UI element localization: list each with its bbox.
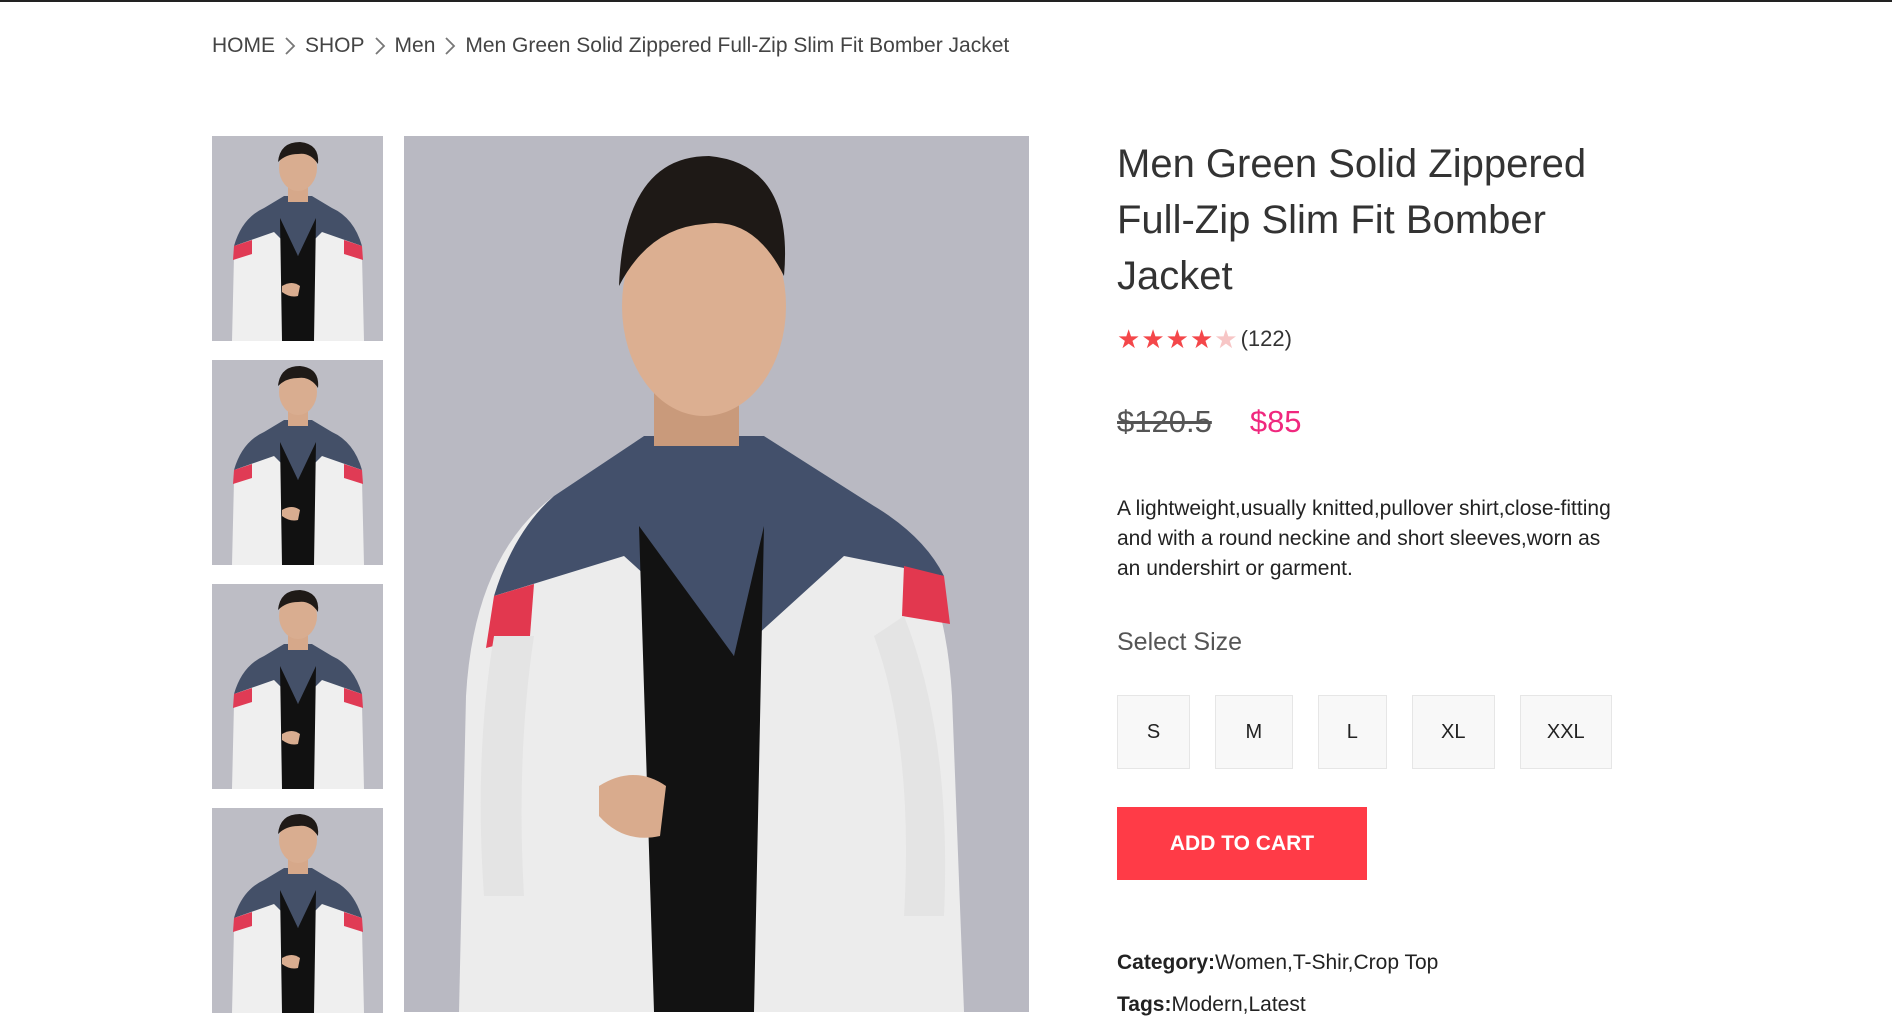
size-option-s[interactable]: S: [1117, 695, 1190, 769]
chevron-right-icon: [365, 34, 395, 58]
chevron-right-icon: [435, 34, 465, 58]
size-option-xl[interactable]: XL: [1411, 695, 1495, 769]
star-icon: ★: [1141, 324, 1165, 354]
size-option-l[interactable]: L: [1317, 695, 1387, 769]
breadcrumb-current: Men Green Solid Zippered Full-Zip Slim F…: [465, 34, 1010, 57]
chevron-right-icon: [275, 34, 305, 58]
tags-row: Tags:Modern,Latest: [1117, 984, 1637, 1026]
product-thumbnail[interactable]: [212, 584, 383, 789]
star-icon: ★: [1117, 324, 1141, 354]
add-to-cart-button[interactable]: ADD TO CART: [1117, 807, 1367, 880]
product-info: Men Green Solid Zippered Full-Zip Slim F…: [1117, 136, 1637, 1026]
breadcrumb: HOME SHOP Men Men Green Solid Zippered F…: [212, 34, 1009, 58]
thumbnail-list: [212, 136, 383, 1032]
product-rating: ★ ★ ★ ★ ★ (122): [1117, 324, 1637, 354]
sale-price: $85: [1249, 404, 1302, 439]
top-border: [0, 0, 1892, 2]
rating-stars: ★ ★ ★ ★ ★: [1117, 326, 1239, 352]
product-meta: Category:Women,T-Shir,Crop Top Tags:Mode…: [1117, 942, 1637, 1026]
select-size-title: Select Size: [1117, 628, 1243, 656]
price-block: $120.5 $85: [1117, 404, 1637, 440]
category-label: Category:: [1117, 951, 1216, 974]
star-half-icon: ★: [1214, 324, 1238, 354]
product-thumbnail[interactable]: [212, 808, 383, 1013]
breadcrumb-men[interactable]: Men: [395, 34, 436, 58]
category-value[interactable]: Women,T-Shir,Crop Top: [1215, 951, 1438, 974]
product-description: A lightweight,usually knitted,pullover s…: [1117, 497, 1611, 580]
breadcrumb-shop[interactable]: SHOP: [305, 34, 365, 58]
size-option-m[interactable]: M: [1214, 695, 1293, 769]
star-icon: ★: [1165, 324, 1189, 354]
review-count[interactable]: (122): [1241, 326, 1292, 352]
tags-label: Tags:: [1117, 993, 1172, 1016]
size-option-xxl[interactable]: XXL: [1519, 695, 1612, 769]
breadcrumb-home[interactable]: HOME: [212, 34, 275, 58]
category-row: Category:Women,T-Shir,Crop Top: [1117, 942, 1637, 984]
size-options: S M L XL XXL: [1117, 695, 1637, 769]
product-thumbnail[interactable]: [212, 360, 383, 565]
tags-value[interactable]: Modern,Latest: [1171, 993, 1305, 1016]
star-icon: ★: [1189, 324, 1214, 354]
product-title: Men Green Solid Zippered Full-Zip Slim F…: [1117, 142, 1587, 298]
product-thumbnail[interactable]: [212, 136, 383, 341]
old-price: $120.5: [1117, 404, 1212, 439]
product-main-image: [404, 136, 1029, 1012]
